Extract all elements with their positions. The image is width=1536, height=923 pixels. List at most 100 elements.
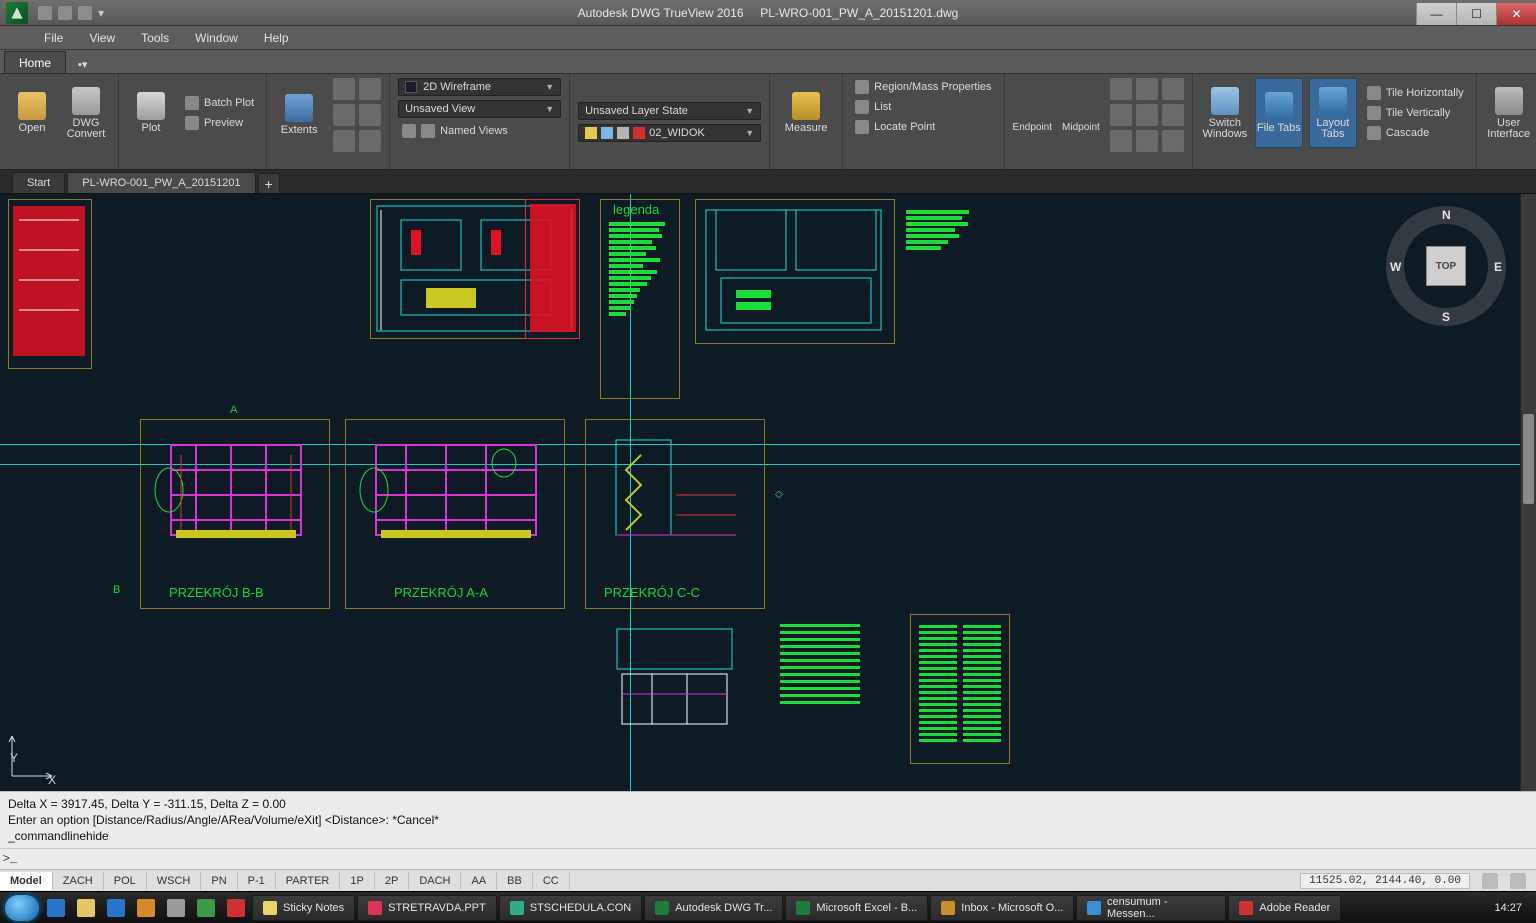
menu-window[interactable]: Window [183, 28, 250, 48]
layout-tab[interactable]: PARTER [276, 872, 341, 890]
user-interface-button[interactable]: User Interface [1485, 78, 1533, 148]
ribbon-collapse-icon[interactable]: ▪▾ [72, 56, 93, 73]
open-button[interactable]: Open [8, 78, 56, 148]
layout-tabs-button[interactable]: Layout Tabs [1309, 78, 1357, 148]
status-toggle[interactable] [1510, 873, 1526, 889]
osnap-nearest-icon[interactable] [1162, 130, 1184, 152]
layer-freeze-icon[interactable] [604, 78, 624, 98]
steering-wheel-icon[interactable] [359, 130, 381, 152]
layout-tab[interactable]: AA [461, 872, 497, 890]
menu-help[interactable]: Help [252, 28, 301, 48]
tile-vertical-button[interactable]: Tile Vertically [1363, 104, 1468, 122]
layout-tab[interactable]: 2P [375, 872, 409, 890]
taskbar-task[interactable]: Inbox - Microsoft O... [930, 895, 1074, 921]
canvas-scrollbar-vertical[interactable] [1520, 194, 1536, 791]
endpoint-icon[interactable] [1021, 98, 1043, 120]
zoom-prev-icon[interactable] [333, 130, 355, 152]
menu-view[interactable]: View [77, 28, 127, 48]
taskbar-pin[interactable] [72, 895, 100, 921]
cascade-button[interactable]: Cascade [1363, 124, 1468, 142]
osnap-center-icon[interactable] [1110, 78, 1132, 100]
zoom-icon[interactable] [359, 78, 381, 100]
taskbar-pin[interactable] [162, 895, 190, 921]
osnap-perpendicular-icon[interactable] [1110, 130, 1132, 152]
qat-item[interactable] [38, 6, 52, 20]
taskbar-task[interactable]: Microsoft Excel - B... [785, 895, 928, 921]
status-toggle[interactable] [1482, 873, 1498, 889]
taskbar-pin[interactable] [222, 895, 250, 921]
compass-e[interactable]: E [1494, 260, 1502, 274]
region-mass-button[interactable]: Region/Mass Properties [851, 78, 995, 96]
plot-button[interactable]: Plot [127, 78, 175, 148]
list-button[interactable]: List [851, 98, 995, 116]
extents-button[interactable]: Extents [275, 80, 323, 150]
layout-tab[interactable]: BB [497, 872, 533, 890]
layout-tab[interactable]: POL [104, 872, 147, 890]
dwg-convert-button[interactable]: DWG Convert [62, 78, 110, 148]
command-input[interactable] [20, 849, 1536, 869]
layout-tab[interactable]: ZACH [53, 872, 104, 890]
taskbar-task[interactable]: Autodesk DWG Tr... [644, 895, 783, 921]
new-tab-button[interactable]: + [258, 173, 280, 193]
drawing-canvas[interactable]: legenda PRZEKRÓJ B-B [0, 194, 1536, 791]
taskbar-task[interactable]: censumum - Messen... [1076, 895, 1226, 921]
taskbar-pin[interactable] [132, 895, 160, 921]
taskbar-clock[interactable]: 14:27 [1484, 902, 1532, 914]
taskbar-pin[interactable] [42, 895, 70, 921]
taskbar-task[interactable]: STRETRAVDA.PPT [357, 895, 497, 921]
app-icon[interactable] [6, 2, 28, 24]
osnap-intersection-icon[interactable] [1110, 104, 1132, 126]
layout-tab[interactable]: 1P [340, 872, 374, 890]
locate-point-button[interactable]: Locate Point [851, 118, 995, 136]
layer-state-dropdown[interactable]: Unsaved Layer State▼ [578, 102, 761, 120]
measure-button[interactable]: Measure [778, 78, 834, 148]
scrollbar-thumb[interactable] [1523, 414, 1534, 504]
qat-dropdown-icon[interactable]: ▾ [98, 6, 108, 20]
named-views-button[interactable]: Named Views [398, 122, 561, 140]
viewcube-face-top[interactable]: TOP [1426, 246, 1466, 286]
taskbar-pin[interactable] [192, 895, 220, 921]
layout-tab[interactable]: CC [533, 872, 570, 890]
switch-windows-button[interactable]: Switch Windows [1201, 78, 1249, 148]
layout-tab[interactable]: PN [201, 872, 237, 890]
osnap-insertion-icon[interactable] [1162, 104, 1184, 126]
orbit-icon[interactable] [333, 104, 355, 126]
visual-style-dropdown[interactable]: 2D Wireframe▼ [398, 78, 561, 96]
ribbon-tab-home[interactable]: Home [4, 51, 66, 73]
close-button[interactable]: ✕ [1496, 3, 1536, 25]
osnap-node-icon[interactable] [1136, 78, 1158, 100]
menu-file[interactable]: File [32, 28, 75, 48]
minimize-button[interactable]: — [1416, 3, 1456, 25]
taskbar-task[interactable]: Adobe Reader [1228, 895, 1341, 921]
status-coordinates[interactable]: 11525.02, 2144.40, 0.00 [1300, 873, 1470, 889]
tile-horizontal-button[interactable]: Tile Horizontally [1363, 84, 1468, 102]
layer-current-dropdown[interactable]: 02_WIDOK ▼ [578, 124, 761, 142]
saved-view-dropdown[interactable]: Unsaved View▼ [398, 100, 561, 118]
compass-n[interactable]: N [1442, 208, 1451, 222]
osnap-tangent-icon[interactable] [1136, 130, 1158, 152]
layer-properties-icon[interactable] [578, 78, 598, 98]
start-button[interactable] [4, 894, 40, 922]
osnap-extension-icon[interactable] [1136, 104, 1158, 126]
batch-plot-button[interactable]: Batch Plot [181, 94, 258, 112]
viewcube[interactable]: TOP N S E W [1386, 206, 1506, 326]
compass-s[interactable]: S [1442, 310, 1450, 324]
osnap-quadrant-icon[interactable] [1162, 78, 1184, 100]
menu-tools[interactable]: Tools [129, 28, 181, 48]
taskbar-pin[interactable] [102, 895, 130, 921]
maximize-button[interactable]: ☐ [1456, 3, 1496, 25]
file-tabs-button[interactable]: File Tabs [1255, 78, 1303, 148]
layout-tab[interactable]: WSCH [147, 872, 202, 890]
compass-w[interactable]: W [1390, 260, 1401, 274]
qat-item[interactable] [58, 6, 72, 20]
taskbar-task[interactable]: Sticky Notes [252, 895, 355, 921]
qat-item[interactable] [78, 6, 92, 20]
layout-tab[interactable]: P-1 [238, 872, 276, 890]
file-tab-start[interactable]: Start [12, 172, 65, 193]
midpoint-icon[interactable] [1070, 98, 1092, 120]
layout-tab[interactable]: DACH [409, 872, 461, 890]
zoom-window-icon[interactable] [359, 104, 381, 126]
file-tab-active[interactable]: PL-WRO-001_PW_A_20151201 [67, 172, 255, 193]
pan-icon[interactable] [333, 78, 355, 100]
preview-button[interactable]: Preview [181, 114, 258, 132]
